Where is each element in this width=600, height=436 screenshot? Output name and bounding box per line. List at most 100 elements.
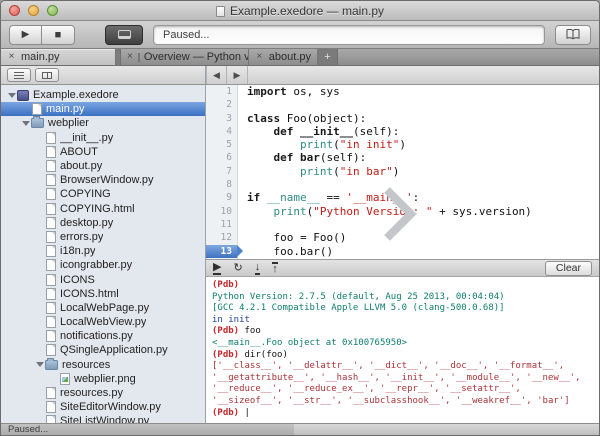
code-line[interactable]: 3class Foo(object):: [206, 112, 599, 125]
tree-item-about.py[interactable]: about.py: [1, 159, 205, 173]
status-bar-text: Paused...: [8, 424, 48, 435]
tree-item-errors.py[interactable]: errors.py: [1, 230, 205, 244]
close-tab-icon[interactable]: ×: [7, 52, 16, 62]
tree-item-resources[interactable]: resources: [1, 358, 205, 372]
navigate-back-button[interactable]: ◀: [206, 66, 227, 84]
tree-item-LocalWebView.py[interactable]: LocalWebView.py: [1, 315, 205, 329]
tree-item-SiteListWindow.py[interactable]: SiteListWindow.py: [1, 414, 205, 423]
minimize-window-button[interactable]: [28, 5, 39, 16]
folder-icon: [31, 118, 44, 128]
step-into-button[interactable]: ↓: [255, 262, 261, 275]
disclosure-triangle[interactable]: [34, 362, 45, 367]
tree-item-icongrabber.py[interactable]: icongrabber.py: [1, 258, 205, 272]
file-icon: [46, 288, 56, 300]
tree-item-label: LocalWebPage.py: [60, 302, 149, 314]
code-line[interactable]: 4 def __init__(self):: [206, 125, 599, 138]
tab-main-py[interactable]: × main.py: [1, 49, 116, 65]
code-line[interactable]: 2: [206, 98, 599, 111]
step-into-icon: ↓: [255, 261, 261, 273]
line-number[interactable]: 4: [206, 125, 237, 138]
line-number[interactable]: 5: [206, 138, 237, 151]
file-icon: [46, 415, 56, 423]
line-number[interactable]: 13: [206, 245, 237, 258]
sidebar-columns-view-button[interactable]: [35, 68, 59, 82]
tree-item-webplier[interactable]: webplier: [1, 116, 205, 130]
play-icon: ▶: [22, 29, 30, 40]
tree-item-__init__.py[interactable]: __init__.py: [1, 131, 205, 145]
file-icon: [46, 245, 56, 257]
tree-item-COPYING.html[interactable]: COPYING.html: [1, 202, 205, 216]
tree-item-i18n.py[interactable]: i18n.py: [1, 244, 205, 258]
clear-console-button[interactable]: Clear: [545, 261, 592, 276]
tab-bar-filler: [338, 49, 599, 65]
page-icon: [138, 53, 140, 62]
tree-item-LocalWebPage.py[interactable]: LocalWebPage.py: [1, 301, 205, 315]
tree-item-BrowserWindow.py[interactable]: BrowserWindow.py: [1, 173, 205, 187]
line-number[interactable]: 1: [206, 85, 237, 98]
tree-item-label: icongrabber.py: [60, 259, 132, 271]
title-bar: Example.exedore — main.py: [1, 1, 599, 21]
close-tab-icon[interactable]: ×: [127, 52, 133, 62]
file-icon: [46, 344, 56, 356]
main-toolbar: ▶ ■ Paused...: [1, 21, 599, 49]
continue-button[interactable]: ▶: [213, 262, 221, 275]
disclosure-triangle[interactable]: [20, 121, 31, 126]
tree-item-ICONS.html[interactable]: ICONS.html: [1, 287, 205, 301]
tree-item-ABOUT[interactable]: ABOUT: [1, 145, 205, 159]
tree-item-COPYING[interactable]: COPYING: [1, 187, 205, 201]
navigate-forward-button[interactable]: ▶: [227, 66, 248, 84]
close-window-button[interactable]: [9, 5, 20, 16]
code-line[interactable]: 6 def bar(self):: [206, 151, 599, 164]
tree-item-resources.py[interactable]: resources.py: [1, 386, 205, 400]
debugger-console[interactable]: (Pdb)Python Version: 2.7.5 (default, Aug…: [206, 277, 599, 423]
documentation-button[interactable]: [555, 25, 591, 45]
step-out-button[interactable]: ↑: [272, 262, 278, 275]
code-line[interactable]: 5 print("in init"): [206, 138, 599, 151]
status-bar: Paused...: [1, 423, 599, 435]
code-line[interactable]: 7 print("in bar"): [206, 165, 599, 178]
tree-item-label: LocalWebView.py: [60, 316, 146, 328]
code-text: foo = Foo(): [237, 231, 346, 244]
line-number[interactable]: 10: [206, 205, 237, 218]
zoom-window-button[interactable]: [47, 5, 58, 16]
plus-icon: +: [324, 51, 330, 63]
file-icon: [46, 203, 56, 215]
line-number[interactable]: 7: [206, 165, 237, 178]
line-number[interactable]: 12: [206, 231, 237, 244]
line-number[interactable]: 9: [206, 191, 237, 204]
file-icon: [46, 330, 56, 342]
line-number[interactable]: 3: [206, 112, 237, 125]
console-line: in init: [212, 315, 593, 327]
tree-item-notifications.py[interactable]: notifications.py: [1, 329, 205, 343]
tab-overview[interactable]: × Overview — Python v...: [121, 49, 249, 65]
debugger-toggle-button[interactable]: [105, 25, 143, 45]
code-line[interactable]: 13 foo.bar(): [206, 245, 599, 258]
file-sidebar[interactable]: Example.exedoremain.pywebplier__init__.p…: [1, 85, 206, 423]
line-number[interactable]: 6: [206, 151, 237, 164]
code-text: def bar(self):: [237, 151, 366, 164]
disclosure-triangle[interactable]: [6, 93, 17, 98]
line-number[interactable]: 2: [206, 98, 237, 111]
add-tab-button[interactable]: +: [318, 49, 338, 65]
tree-item-QSingleApplication.py[interactable]: QSingleApplication.py: [1, 343, 205, 357]
run-button[interactable]: ▶: [9, 25, 42, 45]
sidebar-list-view-button[interactable]: [7, 68, 31, 82]
tab-about-py[interactable]: × about.py: [249, 49, 318, 65]
tree-item-main.py[interactable]: main.py: [1, 102, 205, 116]
code-editor[interactable]: 1import os, sys23class Foo(object):4 def…: [206, 85, 599, 259]
restart-button[interactable]: ↻: [233, 263, 242, 274]
tree-item-SiteEditorWindow.py[interactable]: SiteEditorWindow.py: [1, 400, 205, 414]
close-tab-icon[interactable]: ×: [255, 52, 264, 62]
tree-item-ICONS[interactable]: ICONS: [1, 272, 205, 286]
line-number[interactable]: 8: [206, 178, 237, 191]
console-line: [GCC 4.2.1 Compatible Apple LLVM 5.0 (cl…: [212, 303, 593, 315]
stop-button[interactable]: ■: [42, 25, 75, 45]
editor-pane: 1import os, sys23class Foo(object):4 def…: [206, 85, 599, 423]
tree-item-Example.exedore[interactable]: Example.exedore: [1, 88, 205, 102]
code-text: import os, sys: [237, 85, 340, 98]
line-number[interactable]: 11: [206, 218, 237, 231]
file-icon: [46, 274, 56, 286]
tree-item-desktop.py[interactable]: desktop.py: [1, 216, 205, 230]
tree-item-webplier.png[interactable]: webplier.png: [1, 372, 205, 386]
code-line[interactable]: 1import os, sys: [206, 85, 599, 98]
